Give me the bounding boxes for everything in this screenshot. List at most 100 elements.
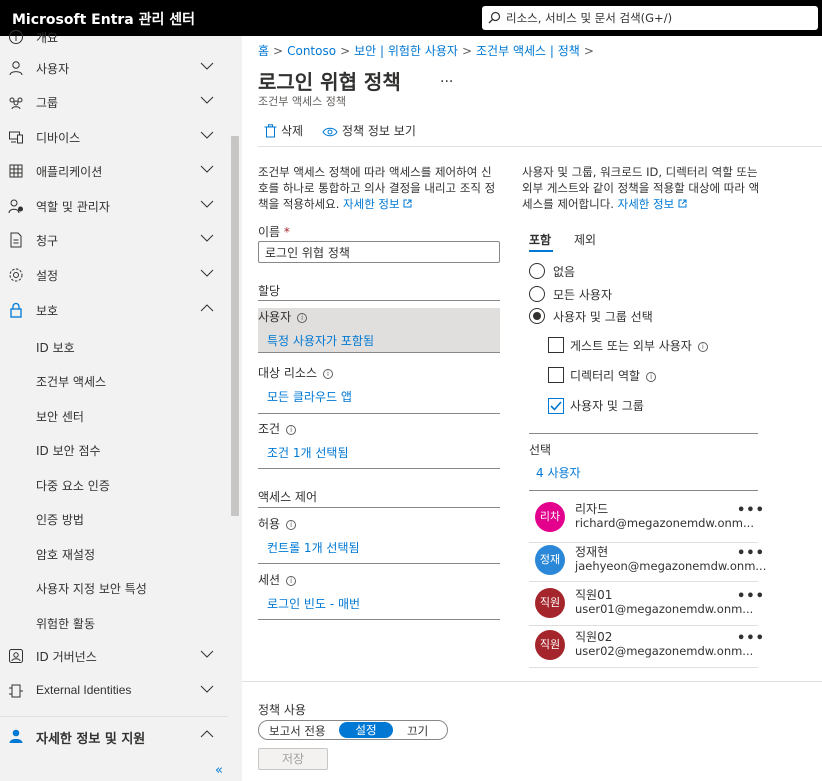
checkbox-directory-roles[interactable] <box>548 367 564 383</box>
sidebar-subitem-security-center[interactable]: 보안 센터 <box>36 408 84 425</box>
radio-select-users-groups-label[interactable]: 사용자 및 그룹 선택 <box>553 308 653 325</box>
more-options-button[interactable]: ... <box>440 70 453 86</box>
sidebar-item-billing[interactable]: 청구 <box>0 223 228 257</box>
users-value-link[interactable]: 특정 사용자가 포함됨 <box>267 332 374 349</box>
chevron-down-icon[interactable] <box>200 650 214 658</box>
breadcrumb-contoso[interactable]: Contoso <box>287 44 336 58</box>
sidebar-item-settings[interactable]: 설정 <box>0 258 228 292</box>
collapse-sidebar-button[interactable]: « <box>215 763 223 778</box>
sidebar-subitem-risky-activities[interactable]: 위험한 활동 <box>36 615 95 632</box>
sidebar-subitem-custom-security-attributes[interactable]: 사용자 지정 보안 특성 <box>36 580 147 597</box>
view-policy-info-button[interactable]: 정책 정보 보기 <box>322 122 416 139</box>
toggle-report-only[interactable]: 보고서 전용 <box>269 723 326 739</box>
toggle-on[interactable]: 설정 <box>339 722 393 738</box>
chevron-down-icon[interactable] <box>200 131 214 139</box>
info-icon[interactable]: i <box>286 425 297 435</box>
delete-button[interactable]: 삭제 <box>264 122 303 139</box>
breadcrumb-separator: > <box>461 44 473 58</box>
chevron-down-icon[interactable] <box>200 234 214 242</box>
breadcrumb-ca-policies[interactable]: 조건부 액세스 | 정책 <box>476 44 580 58</box>
sidebar-item-overview[interactable]: 개요 <box>0 20 228 54</box>
sidebar-item-label: 보호 <box>36 304 59 318</box>
selected-user-row[interactable]: 직원 직원01 user01@megazonemdw.onm... ••• <box>535 584 764 628</box>
chevron-down-icon[interactable] <box>200 200 214 208</box>
person-support-icon <box>9 729 23 743</box>
selected-user-row[interactable]: 리차 리자드 richard@megazonemdw.onm... ••• <box>535 498 764 542</box>
radio-all-users[interactable] <box>529 286 545 302</box>
user-email: jaehyeon@megazonemdw.onm... <box>575 559 767 573</box>
sidebar-item-protection[interactable]: 보호 <box>0 293 228 327</box>
sidebar-subitem-id-protection[interactable]: ID 보호 <box>36 339 75 356</box>
chevron-down-icon[interactable] <box>200 96 214 104</box>
divider <box>529 490 758 491</box>
target-resources-link[interactable]: 모든 클라우드 앱 <box>267 388 352 405</box>
selected-users-count-link[interactable]: 4 사용자 <box>536 464 581 481</box>
info-icon[interactable]: i <box>323 369 334 379</box>
learn-more-link[interactable]: 자세한 정보 <box>618 197 675 211</box>
user-email: user02@megazonemdw.onm... <box>575 644 754 658</box>
row-more-button[interactable]: ••• <box>737 503 765 518</box>
governance-icon <box>9 649 23 663</box>
sidebar-scrollbar-thumb[interactable] <box>231 136 239 516</box>
sidebar-item-label: 설정 <box>36 269 59 283</box>
sidebar-subitem-auth-methods[interactable]: 인증 방법 <box>36 511 84 528</box>
session-link[interactable]: 로그인 빈도 - 매번 <box>267 595 360 612</box>
chevron-up-icon[interactable] <box>200 304 214 312</box>
divider <box>258 300 500 301</box>
conditions-label-text: 조건 <box>258 422 281 436</box>
sidebar-item-users[interactable]: 사용자 <box>0 51 228 85</box>
role-admin-icon <box>8 199 23 214</box>
info-icon[interactable]: i <box>646 372 657 382</box>
checkbox-guest-external[interactable] <box>548 337 564 353</box>
sidebar-subitem-secure-score[interactable]: ID 보안 점수 <box>36 442 101 459</box>
chevron-down-icon[interactable] <box>200 269 214 277</box>
sidebar-item-id-governance[interactable]: ID 거버넌스 <box>0 639 228 673</box>
info-icon[interactable]: i <box>297 313 308 323</box>
billing-doc-icon <box>10 232 22 248</box>
sidebar-subitem-conditional-access[interactable]: 조건부 액세스 <box>36 373 106 390</box>
sidebar-item-devices[interactable]: 디바이스 <box>0 120 228 154</box>
policy-name-input[interactable] <box>258 241 500 263</box>
chevron-up-icon[interactable] <box>200 730 214 738</box>
row-more-button[interactable]: ••• <box>737 589 765 604</box>
tab-include[interactable]: 포함 <box>529 231 551 248</box>
sidebar-item-groups[interactable]: 그룹 <box>0 85 228 119</box>
toggle-off[interactable]: 끄기 <box>407 723 428 739</box>
grant-link[interactable]: 컨트롤 1개 선택됨 <box>267 539 360 556</box>
sidebar-subitem-password-reset[interactable]: 암호 재설정 <box>36 546 95 563</box>
row-more-button[interactable]: ••• <box>737 631 765 646</box>
learn-more-link[interactable]: 자세한 정보 <box>343 197 400 211</box>
chevron-down-icon[interactable] <box>200 685 214 693</box>
tab-exclude[interactable]: 제외 <box>574 231 596 248</box>
chevron-down-icon[interactable] <box>200 165 214 173</box>
radio-none-label[interactable]: 없음 <box>553 263 575 280</box>
save-button[interactable]: 저장 <box>258 748 328 770</box>
info-icon[interactable]: i <box>697 342 708 352</box>
global-search-box[interactable]: 리소스, 서비스 및 문서 검색(G+/) <box>482 6 818 30</box>
sidebar-item-external-identities[interactable]: External Identities <box>0 674 228 708</box>
sidebar-divider <box>0 716 228 717</box>
chevron-down-icon[interactable] <box>200 62 214 70</box>
sidebar-item-label: 애플리케이션 <box>36 165 103 179</box>
radio-all-users-label[interactable]: 모든 사용자 <box>553 286 612 303</box>
enable-policy-toggle[interactable]: 보고서 전용 설정 끄기 <box>258 720 448 740</box>
breadcrumb-risky-users[interactable]: 보안 | 위험한 사용자 <box>354 44 458 58</box>
conditions-link[interactable]: 조건 1개 선택됨 <box>267 444 349 461</box>
info-icon[interactable]: i <box>286 520 297 530</box>
policy-footer: 정책 사용 보고서 전용 설정 끄기 저장 <box>242 681 822 781</box>
selected-user-row[interactable]: 정재 정재현 jaehyeon@megazonemdw.onm... ••• <box>535 541 766 585</box>
info-icon[interactable]: i <box>286 576 297 586</box>
breadcrumb: 홈 > Contoso > 보안 | 위험한 사용자 > 조건부 액세스 | 정책 > <box>258 42 598 59</box>
breadcrumb-home[interactable]: 홈 <box>258 44 269 58</box>
row-more-button[interactable]: ••• <box>737 546 765 561</box>
checkbox-users-groups[interactable] <box>548 398 564 414</box>
radio-none[interactable] <box>529 263 545 279</box>
sidebar-subitem-mfa[interactable]: 다중 요소 인증 <box>36 477 110 494</box>
session-label-text: 세션 <box>258 573 281 587</box>
checkbox-users-groups-label[interactable]: 사용자 및 그룹 <box>570 397 644 414</box>
sidebar-item-roles-admins[interactable]: 역할 및 관리자 <box>0 189 228 223</box>
selected-user-row[interactable]: 직원 직원02 user02@megazonemdw.onm... ••• <box>535 626 764 670</box>
sidebar-item-applications[interactable]: 애플리케이션 <box>0 154 228 188</box>
sidebar-item-learn-support[interactable]: 자세한 정보 및 지원 <box>0 719 228 753</box>
radio-select-users-groups[interactable] <box>529 308 545 324</box>
